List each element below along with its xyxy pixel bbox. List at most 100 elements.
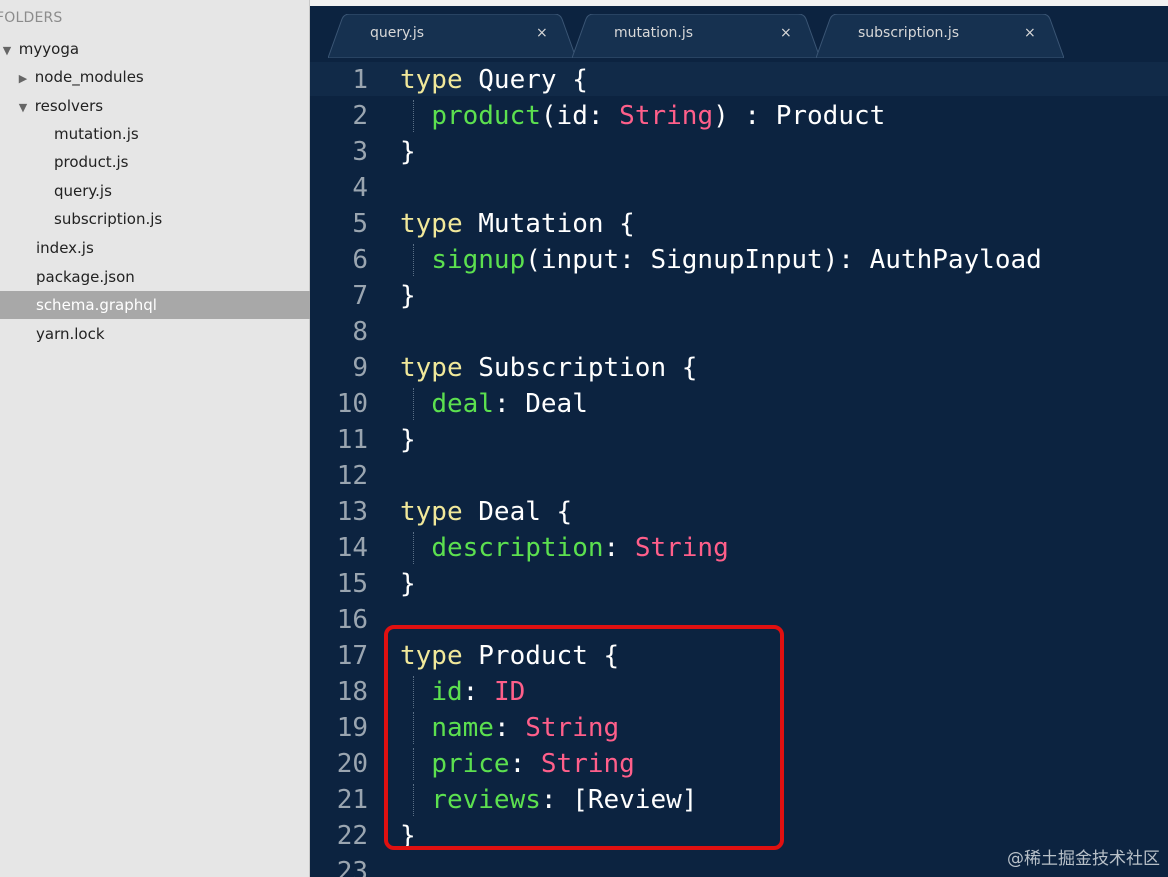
code-text: name: String xyxy=(400,710,619,746)
code-token: String xyxy=(540,749,635,779)
tree-item[interactable]: ▼ myyoga xyxy=(0,35,310,63)
tree-item-label: product.js xyxy=(54,153,129,171)
code-line[interactable]: 5 type Mutation { xyxy=(310,206,1168,242)
code-line[interactable]: 14 description: String xyxy=(310,530,1168,566)
tab-close-icon[interactable]: × xyxy=(536,25,548,41)
code-text: type Subscription { xyxy=(400,350,697,386)
code-token: Subscription { xyxy=(462,353,698,383)
code-token: : [Review] xyxy=(540,785,698,815)
tree-item-label: package.json xyxy=(36,268,135,286)
tree-item[interactable]: schema.graphql xyxy=(0,291,310,319)
code-line[interactable]: 11} xyxy=(310,422,1168,458)
tab-subscription-js[interactable]: subscription.js × xyxy=(816,14,1064,58)
tab-query-js[interactable]: query.js × xyxy=(328,14,576,58)
code-line[interactable]: 18 id: ID xyxy=(310,674,1168,710)
code-text: type Product { xyxy=(400,638,619,674)
code-line[interactable]: 8 xyxy=(310,314,1168,350)
tab-close-icon[interactable]: × xyxy=(780,25,792,41)
code-area[interactable]: 1 type Query {2 product(id: String) : Pro… xyxy=(310,62,1168,877)
caret-right-icon[interactable]: ▶ xyxy=(16,65,30,93)
code-line[interactable]: 6 signup(input: SignupInput): AuthPayloa… xyxy=(310,242,1168,278)
line-number: 23 xyxy=(336,857,368,877)
tree-item-label: node_modules xyxy=(34,68,144,86)
code-line[interactable]: 12 xyxy=(310,458,1168,494)
code-token: } xyxy=(400,425,416,455)
tab-mutation-js[interactable]: mutation.js × xyxy=(572,14,820,58)
code-token: product xyxy=(431,101,541,131)
code-token: ) : Product xyxy=(713,101,886,131)
code-token: : Deal xyxy=(493,389,588,419)
code-line[interactable]: 10 deal: Deal xyxy=(310,386,1168,422)
code-token: type xyxy=(400,209,463,239)
line-number: 10 xyxy=(336,389,368,419)
code-line[interactable]: 20 price: String xyxy=(310,746,1168,782)
tree-item[interactable]: yarn.lock xyxy=(0,320,310,348)
code-line[interactable]: 21 reviews: [Review] xyxy=(310,782,1168,818)
line-number: 18 xyxy=(336,677,368,707)
tab-close-icon[interactable]: × xyxy=(1024,25,1036,41)
code-token: String xyxy=(525,713,620,743)
watermark: @稀土掘金技术社区 xyxy=(1007,849,1160,869)
line-number: 15 xyxy=(336,569,368,599)
code-token: } xyxy=(400,137,416,167)
code-text: price: String xyxy=(400,746,635,782)
line-number: 21 xyxy=(336,785,368,815)
tree-item[interactable]: product.js xyxy=(0,148,310,176)
code-text: id: ID xyxy=(400,674,525,710)
tree-item[interactable]: ▼ resolvers xyxy=(0,92,310,120)
code-line[interactable]: 16 xyxy=(310,602,1168,638)
tree-item[interactable]: index.js xyxy=(0,234,310,262)
code-line[interactable]: 19 name: String xyxy=(310,710,1168,746)
code-line[interactable]: 7} xyxy=(310,278,1168,314)
tree-item-label: resolvers xyxy=(34,97,104,115)
tree-item[interactable]: mutation.js xyxy=(0,120,310,148)
code-token: description xyxy=(431,533,604,563)
tree-item[interactable]: query.js xyxy=(0,177,310,205)
code-token: : xyxy=(509,749,541,779)
caret-down-icon[interactable]: ▼ xyxy=(16,94,30,122)
code-line[interactable]: 17 type Product { xyxy=(310,638,1168,674)
tree-item-label: yarn.lock xyxy=(36,325,105,343)
line-number: 2 xyxy=(352,101,368,131)
code-token: reviews xyxy=(431,785,541,815)
tree-item[interactable]: subscription.js xyxy=(0,205,310,233)
tree-item[interactable]: ▶ node_modules xyxy=(0,63,310,91)
code-line[interactable]: 2 product(id: String) : Product xyxy=(310,98,1168,134)
code-token: type xyxy=(400,497,463,527)
code-text: type Query { xyxy=(400,62,588,98)
line-number: 1 xyxy=(352,65,368,95)
tree-item-label: mutation.js xyxy=(54,125,139,143)
code-text: } xyxy=(400,278,416,314)
tree-item-label: schema.graphql xyxy=(36,296,157,314)
code-line[interactable]: 15} xyxy=(310,566,1168,602)
tree-item-label: index.js xyxy=(36,239,94,257)
line-number: 12 xyxy=(336,461,368,491)
line-number: 14 xyxy=(336,533,368,563)
code-line[interactable]: 9 type Subscription { xyxy=(310,350,1168,386)
code-token: name xyxy=(431,713,494,743)
tab-label: subscription.js xyxy=(858,25,960,41)
code-token: price xyxy=(431,749,510,779)
tree-item[interactable]: package.json xyxy=(0,263,310,291)
line-number: 19 xyxy=(336,713,368,743)
code-text: } xyxy=(400,566,416,602)
code-token: type xyxy=(400,65,463,95)
line-number: 9 xyxy=(352,353,368,383)
code-line[interactable]: 4 xyxy=(310,170,1168,206)
code-line[interactable]: 13 type Deal { xyxy=(310,494,1168,530)
caret-down-icon[interactable]: ▼ xyxy=(0,37,14,65)
tree-item-label: myyoga xyxy=(18,40,80,58)
code-line[interactable]: 1 type Query { xyxy=(310,62,1168,98)
code-token: String xyxy=(619,101,714,131)
code-token: ID xyxy=(493,677,526,707)
code-line[interactable]: 3} xyxy=(310,134,1168,170)
tree-item-label: subscription.js xyxy=(54,210,163,228)
code-token: (id: xyxy=(540,101,620,131)
tab-label: mutation.js xyxy=(614,25,694,41)
code-token: deal xyxy=(431,389,494,419)
